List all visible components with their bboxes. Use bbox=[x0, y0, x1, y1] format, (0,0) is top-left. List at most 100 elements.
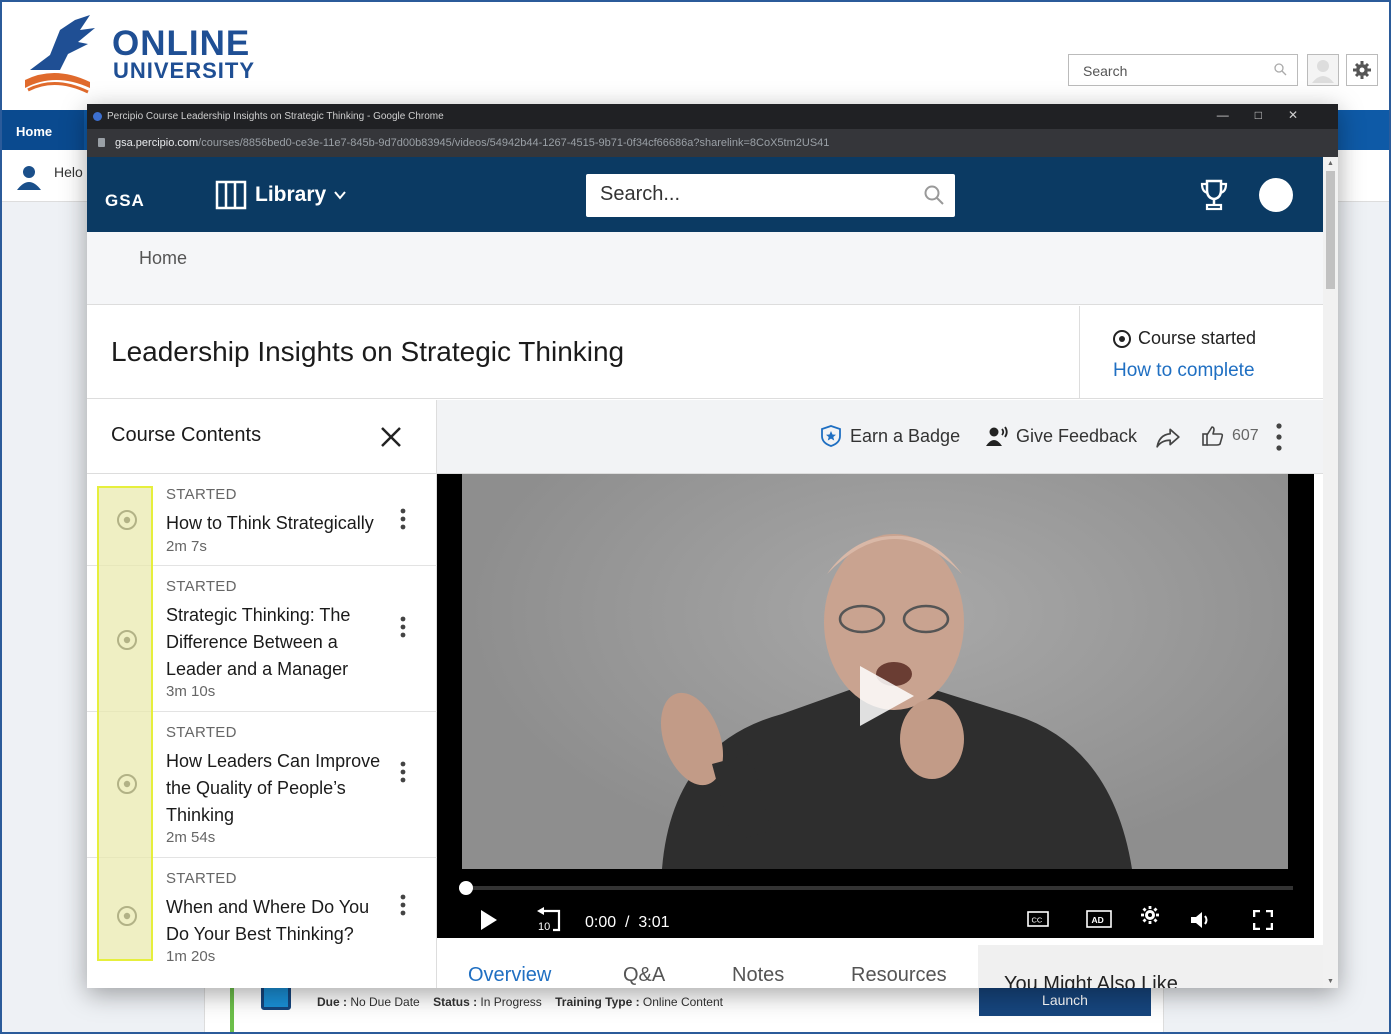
logo-line2: UNIVERSITY bbox=[113, 58, 256, 83]
lock-icon bbox=[98, 138, 105, 147]
svg-text:AD: AD bbox=[1092, 915, 1104, 925]
more-options-icon[interactable] bbox=[400, 508, 406, 530]
scroll-down-icon[interactable]: ▼ bbox=[1327, 978, 1334, 985]
item-status: STARTED bbox=[166, 870, 237, 887]
item-title[interactable]: Strategic Thinking: The Difference Betwe… bbox=[166, 602, 386, 683]
video-progress-bar[interactable] bbox=[459, 881, 1293, 895]
how-to-complete-link[interactable]: How to complete bbox=[1113, 360, 1255, 382]
gsa-logo[interactable]: GSA bbox=[105, 191, 145, 211]
address-bar[interactable]: gsa.percipio.com/courses/8856bed0-ce3e-1… bbox=[87, 129, 1338, 157]
trophy-icon[interactable] bbox=[1199, 178, 1229, 212]
video-frame[interactable] bbox=[462, 474, 1288, 869]
time-display: 0:00 / 3:01 bbox=[585, 914, 670, 932]
screenshot-frame: ONLINE UNIVERSITY Search Home Helo Due :… bbox=[0, 0, 1391, 1034]
course-status: Course started bbox=[1112, 328, 1256, 349]
item-status: STARTED bbox=[166, 724, 237, 741]
hello-text: Helo bbox=[54, 164, 83, 180]
close-window-icon[interactable]: ✕ bbox=[1288, 108, 1324, 122]
rewind-10-button[interactable]: 10 bbox=[535, 906, 563, 934]
captions-button[interactable]: CC bbox=[1027, 911, 1049, 927]
share-icon bbox=[1156, 428, 1180, 448]
video-player[interactable]: 10 0:00 / 3:01 CC AD bbox=[437, 474, 1314, 938]
breadcrumb-home[interactable]: Home bbox=[139, 248, 187, 269]
library-icon bbox=[215, 180, 247, 210]
item-title[interactable]: How Leaders Can Improve the Quality of P… bbox=[166, 748, 386, 829]
cc-icon: CC bbox=[1027, 911, 1049, 927]
fullscreen-button[interactable] bbox=[1253, 910, 1273, 930]
item-title[interactable]: How to Think Strategically bbox=[166, 510, 386, 537]
volume-button[interactable] bbox=[1190, 910, 1212, 930]
audio-description-button[interactable]: AD bbox=[1086, 910, 1112, 928]
item-duration: 2m 54s bbox=[166, 829, 216, 846]
window-controls: —□✕ bbox=[1217, 108, 1324, 122]
close-icon[interactable] bbox=[380, 426, 402, 448]
play-overlay-icon[interactable] bbox=[856, 664, 916, 728]
page-scrollbar[interactable]: ▲ ▼ bbox=[1323, 157, 1338, 988]
rewind-seconds: 10 bbox=[538, 921, 550, 933]
thumbs-up-icon bbox=[1202, 426, 1224, 446]
page-viewport: GSA Library Search... Home Leadership In… bbox=[87, 157, 1338, 988]
more-options-icon[interactable] bbox=[400, 761, 406, 783]
user-avatar-button[interactable] bbox=[1307, 54, 1339, 86]
item-duration: 3m 10s bbox=[166, 683, 216, 700]
tab-overview[interactable]: Overview bbox=[468, 964, 551, 987]
maximize-icon[interactable]: □ bbox=[1255, 108, 1288, 122]
profile-avatar[interactable] bbox=[1259, 178, 1293, 212]
you-might-also-like-panel: You Might Also Like bbox=[978, 945, 1323, 988]
item-title[interactable]: When and Where Do You Do Your Best Think… bbox=[166, 894, 386, 948]
item-status: STARTED bbox=[166, 578, 237, 595]
course-contents-title: Course Contents bbox=[111, 424, 262, 446]
settings-button[interactable] bbox=[1346, 54, 1378, 86]
play-button[interactable] bbox=[479, 908, 499, 932]
give-feedback-button[interactable]: Give Feedback bbox=[985, 424, 1137, 448]
player-settings-button[interactable] bbox=[1140, 905, 1160, 925]
percipio-search-placeholder: Search... bbox=[600, 183, 681, 205]
search-icon bbox=[1274, 63, 1287, 76]
scroll-up-icon[interactable]: ▲ bbox=[1327, 160, 1334, 167]
like-button[interactable]: 607 bbox=[1201, 424, 1259, 448]
more-options-icon[interactable] bbox=[1276, 423, 1282, 451]
fullscreen-icon bbox=[1253, 910, 1273, 930]
tab-qa[interactable]: Q&A bbox=[623, 964, 665, 987]
url-path: /courses/8856bed0-ce3e-11e7-845b-9d7d00b… bbox=[198, 137, 830, 149]
favicon-icon bbox=[93, 112, 102, 121]
lms-search-input[interactable]: Search bbox=[1068, 54, 1298, 86]
volume-icon bbox=[1191, 912, 1208, 928]
nav-home[interactable]: Home bbox=[2, 110, 84, 150]
scrollbar-thumb[interactable] bbox=[1326, 171, 1335, 289]
window-title: Percipio Course Leadership Insights on S… bbox=[107, 111, 444, 122]
status-label: Status : bbox=[433, 995, 478, 1009]
rewind-10-icon: 10 bbox=[537, 907, 561, 933]
minimize-icon[interactable]: — bbox=[1217, 108, 1255, 122]
time-separator: / bbox=[625, 914, 630, 931]
percipio-search-input[interactable]: Search... bbox=[586, 174, 955, 217]
earn-badge-button[interactable]: Earn a Badge bbox=[819, 424, 960, 448]
play-icon bbox=[481, 910, 497, 930]
share-button[interactable] bbox=[1155, 424, 1181, 450]
lms-header: ONLINE UNIVERSITY Search bbox=[2, 2, 1389, 110]
course-contents-panel: Course Contents STARTED How to Think Str… bbox=[87, 400, 437, 988]
progress-handle[interactable] bbox=[459, 881, 473, 895]
item-status: STARTED bbox=[166, 486, 237, 503]
online-university-logo[interactable]: ONLINE UNIVERSITY bbox=[20, 10, 270, 100]
launch-button[interactable]: Launch bbox=[979, 986, 1151, 1016]
status-value: In Progress bbox=[480, 995, 542, 1009]
course-contents-header: Course Contents bbox=[87, 400, 437, 474]
eagle-icon bbox=[25, 15, 95, 94]
badge-icon bbox=[821, 425, 841, 447]
started-icon bbox=[1113, 329, 1131, 348]
url-host: gsa.percipio.com bbox=[115, 137, 199, 149]
course-title-row: Leadership Insights on Strategic Thinkin… bbox=[87, 306, 1323, 399]
audio-description-icon: AD bbox=[1086, 910, 1112, 928]
due-label: Due : bbox=[317, 995, 347, 1009]
percipio-header: GSA Library Search... bbox=[87, 157, 1323, 232]
total-time: 3:01 bbox=[638, 914, 670, 931]
give-feedback-label: Give Feedback bbox=[1016, 425, 1138, 446]
more-options-icon[interactable] bbox=[400, 894, 406, 916]
more-options-icon[interactable] bbox=[400, 616, 406, 638]
earn-badge-label: Earn a Badge bbox=[850, 425, 961, 446]
library-menu[interactable]: Library bbox=[215, 179, 346, 211]
search-icon bbox=[924, 185, 944, 205]
tab-notes[interactable]: Notes bbox=[732, 964, 784, 987]
tab-resources[interactable]: Resources bbox=[851, 964, 947, 987]
